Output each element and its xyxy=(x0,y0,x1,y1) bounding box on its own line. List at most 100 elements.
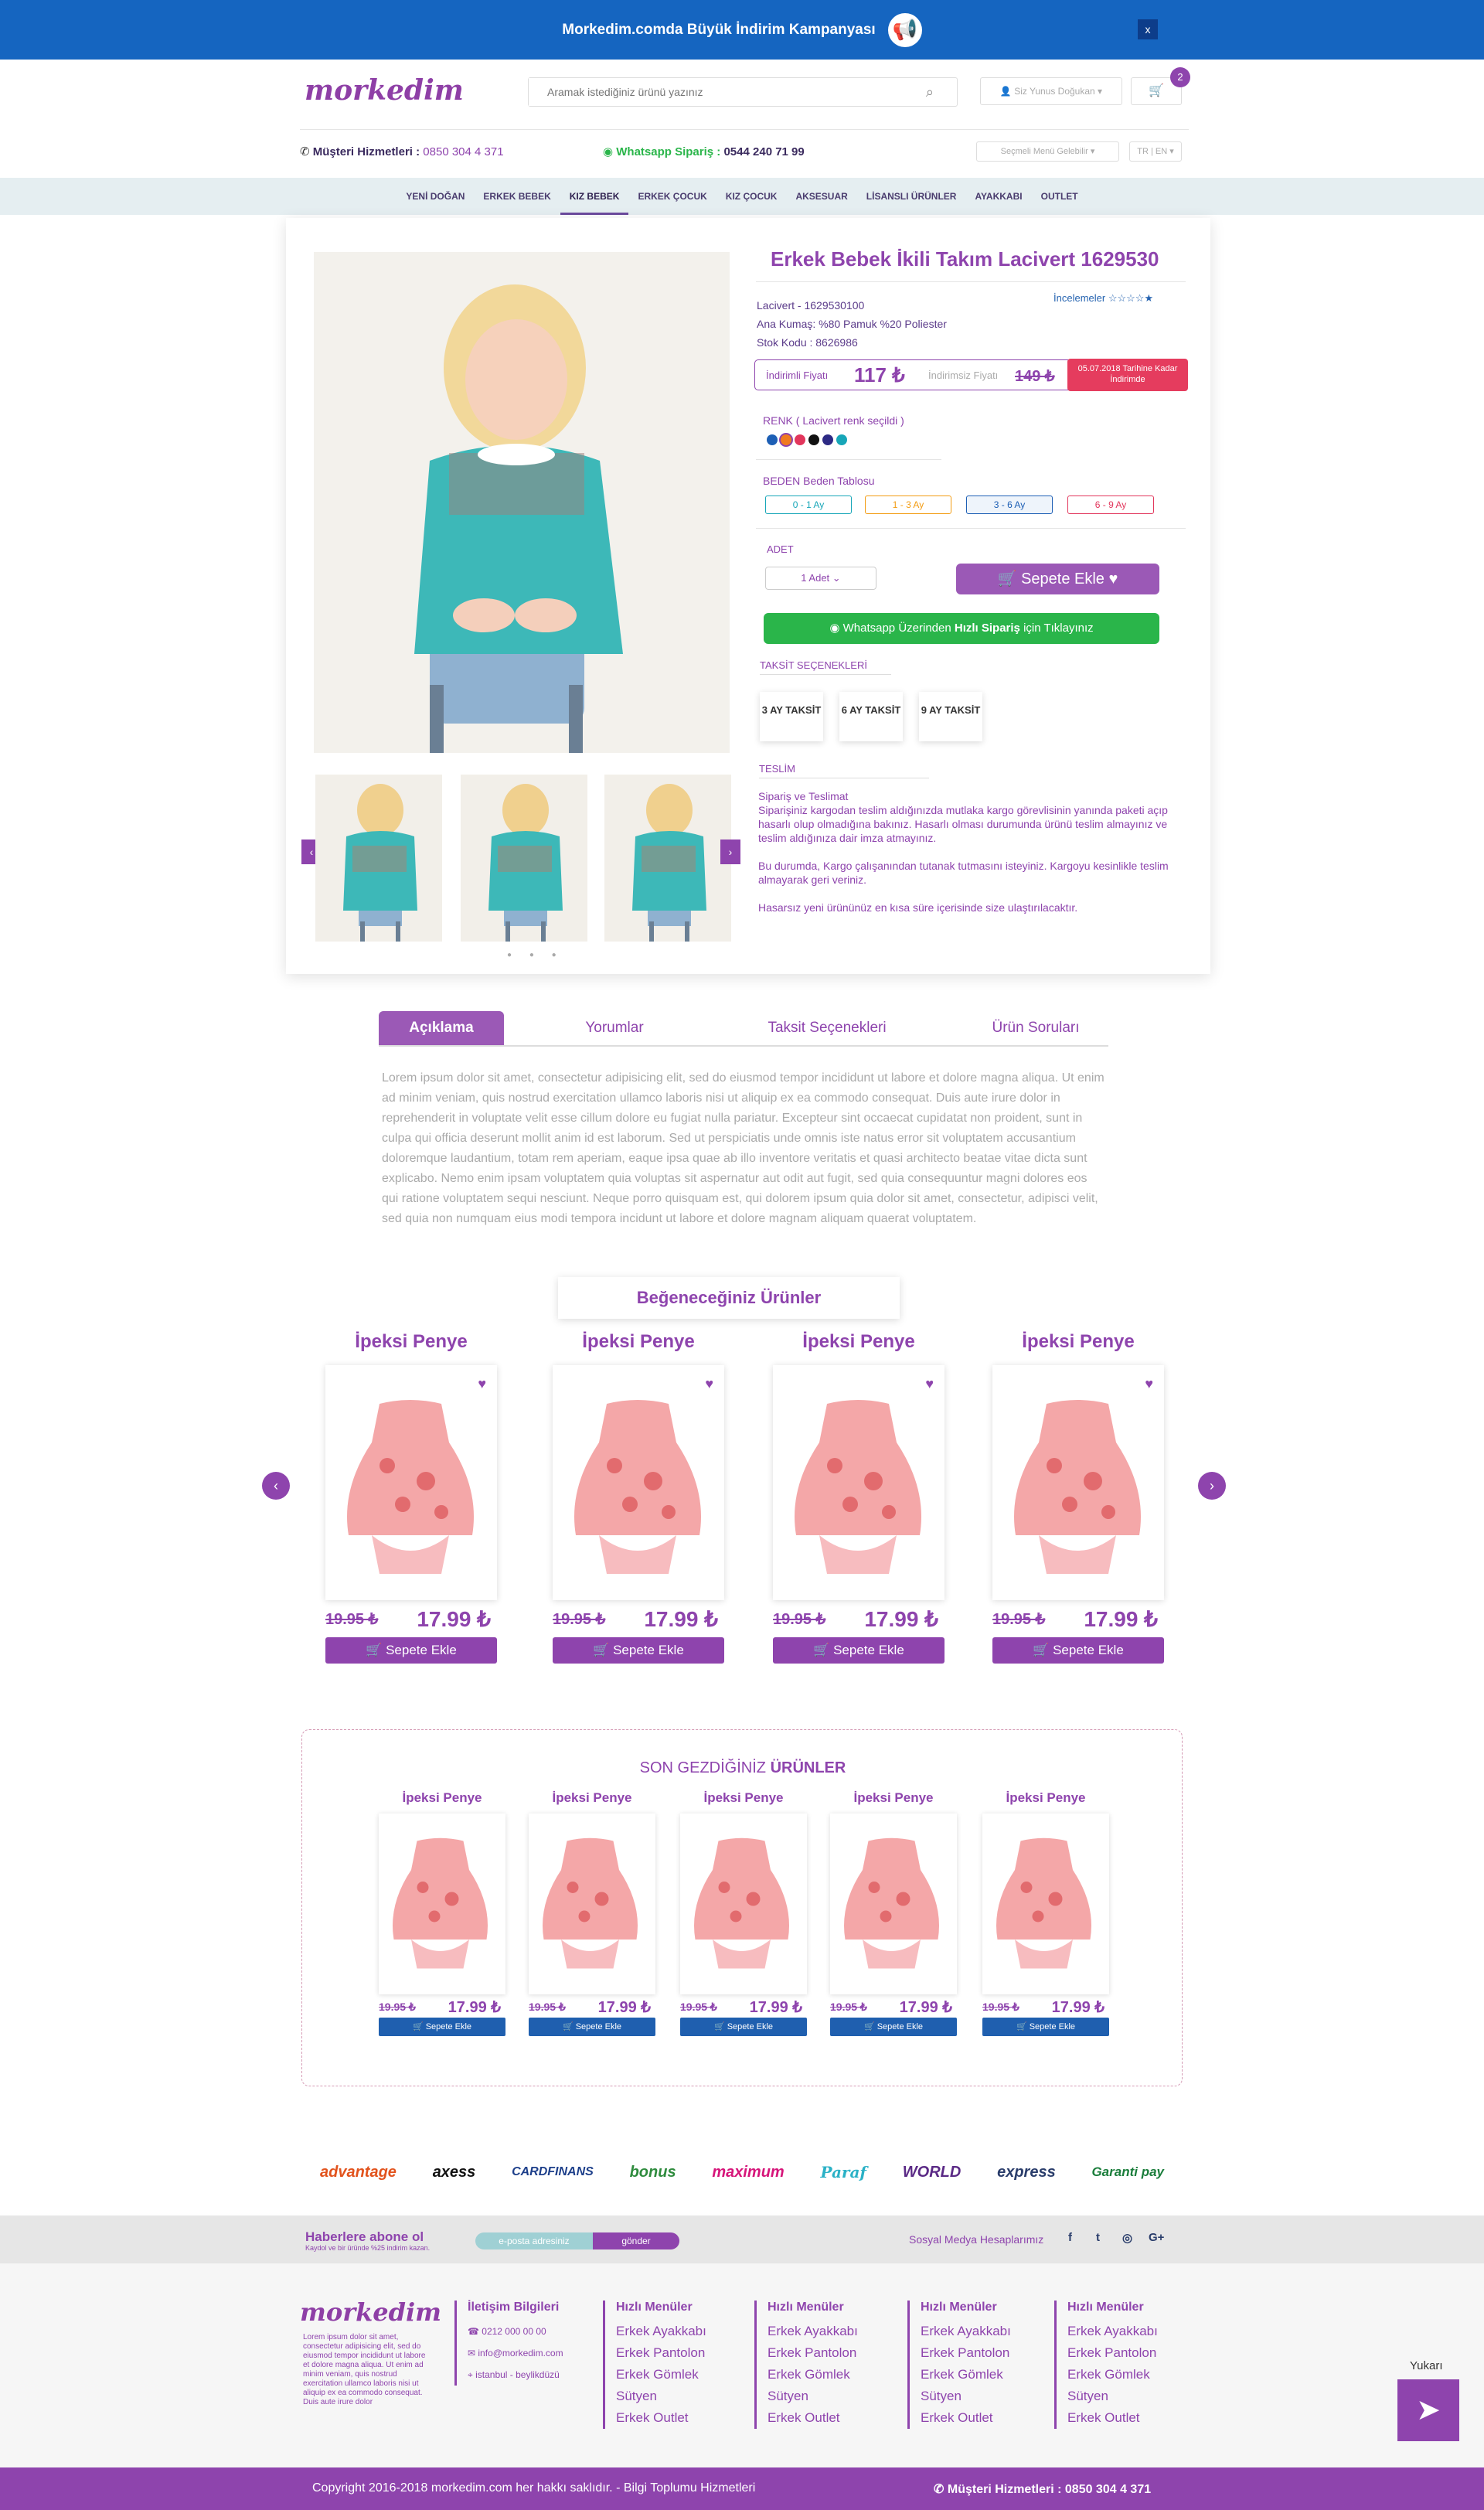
quantity-select[interactable]: 1 Adet ⌄ xyxy=(765,567,876,590)
wishlist-heart-icon[interactable]: ♥ xyxy=(478,1376,486,1392)
cs-phone[interactable]: 0850 304 4 371 xyxy=(423,145,503,158)
color-swatch-3[interactable] xyxy=(795,434,805,445)
tab-yorumlar[interactable]: Yorumlar xyxy=(556,1011,672,1045)
footer-link[interactable]: Erkek Ayakkabı xyxy=(1067,2321,1158,2342)
color-swatch-4[interactable] xyxy=(808,434,819,445)
recent-card-3[interactable]: İpeksi Penye 19.95 ₺ 17.99 ₺ 🛒 Sepete Ek… xyxy=(680,1790,807,2036)
add-to-cart-button[interactable]: 🛒 Sepete Ekle xyxy=(982,2018,1109,2036)
footer-link[interactable]: Erkek Gömlek xyxy=(1067,2364,1158,2386)
add-to-cart-button[interactable]: 🛒 Sepete Ekle ♥ xyxy=(956,564,1159,594)
nav-item-yeni-dogan[interactable]: YENİ DOĞAN xyxy=(397,178,474,215)
size-6-9[interactable]: 6 - 9 Ay xyxy=(1067,496,1154,514)
close-campaign-button[interactable]: x xyxy=(1138,19,1158,39)
add-to-cart-button[interactable]: 🛒 Sepete Ekle xyxy=(680,2018,807,2036)
nav-item-erkek-cocuk[interactable]: ERKEK ÇOCUK xyxy=(628,178,716,215)
footer-link[interactable]: Sütyen xyxy=(921,2386,1011,2407)
footer-link[interactable]: Erkek Outlet xyxy=(1067,2407,1158,2429)
search-icon[interactable]: ⌕ xyxy=(926,84,934,100)
product-image[interactable] xyxy=(773,1365,945,1600)
product-name[interactable]: İpeksi Penye xyxy=(830,1790,957,1806)
add-to-cart-button[interactable]: 🛒 Sepete Ekle xyxy=(830,2018,957,2036)
nav-item-kiz-bebek[interactable]: KIZ BEBEK xyxy=(560,178,629,215)
color-swatch-6[interactable] xyxy=(836,434,847,445)
footer-link[interactable]: Erkek Pantolon xyxy=(921,2342,1011,2364)
product-image[interactable] xyxy=(992,1365,1164,1600)
footer-link[interactable]: Erkek Outlet xyxy=(768,2407,858,2429)
product-thumbnail-2[interactable] xyxy=(461,775,587,942)
add-to-cart-button[interactable]: 🛒 Sepete Ekle xyxy=(992,1637,1164,1664)
footer-link[interactable]: Erkek Gömlek xyxy=(921,2364,1011,2386)
product-name[interactable]: İpeksi Penye xyxy=(992,1331,1164,1353)
recent-card-5[interactable]: İpeksi Penye 19.95 ₺ 17.99 ₺ 🛒 Sepete Ek… xyxy=(982,1790,1109,2036)
tab-urun-sorulari[interactable]: Ürün Soruları xyxy=(966,1011,1105,1045)
product-name[interactable]: İpeksi Penye xyxy=(982,1790,1109,1806)
twitter-icon[interactable]: t xyxy=(1096,2231,1100,2244)
nav-item-kiz-cocuk[interactable]: KIZ ÇOCUK xyxy=(716,178,787,215)
product-thumbnail-3[interactable] xyxy=(604,775,731,942)
footer-link[interactable]: Erkek Gömlek xyxy=(768,2364,858,2386)
product-card-3[interactable]: İpeksi Penye ♥ 19.95 ₺ 17.99 ₺ 🛒 Sepete … xyxy=(773,1331,945,1664)
footer-link[interactable]: Erkek Ayakkabı xyxy=(616,2321,706,2342)
footer-link[interactable]: Erkek Ayakkabı xyxy=(921,2321,1011,2342)
nav-item-aksesuar[interactable]: AKSESUAR xyxy=(786,178,856,215)
product-image[interactable] xyxy=(982,1814,1109,1994)
recent-card-2[interactable]: İpeksi Penye 19.95 ₺ 17.99 ₺ 🛒 Sepete Ek… xyxy=(529,1790,655,2036)
footer-link[interactable]: Sütyen xyxy=(616,2386,706,2407)
product-thumbnail-1[interactable] xyxy=(315,775,442,942)
add-to-cart-button[interactable]: 🛒 Sepete Ekle xyxy=(325,1637,497,1664)
installment-3[interactable]: 3 AY TAKSİT xyxy=(760,692,823,741)
cart-button[interactable]: 🛒 2 xyxy=(1131,67,1190,105)
nav-item-ayakkabi[interactable]: AYAKKABI xyxy=(965,178,1031,215)
add-to-cart-button[interactable]: 🛒 Sepete Ekle xyxy=(529,2018,655,2036)
footer-link[interactable]: Erkek Outlet xyxy=(921,2407,1011,2429)
add-to-cart-button[interactable]: 🛒 Sepete Ekle xyxy=(379,2018,505,2036)
product-card-2[interactable]: İpeksi Penye ♥ 19.95 ₺ 17.99 ₺ 🛒 Sepete … xyxy=(553,1331,724,1664)
footer-link[interactable]: Erkek Outlet xyxy=(616,2407,706,2429)
product-image[interactable] xyxy=(830,1814,957,1994)
newsletter-email-input[interactable]: e-posta adresiniz xyxy=(475,2232,593,2249)
product-name[interactable]: İpeksi Penye xyxy=(379,1790,505,1806)
add-to-cart-button[interactable]: 🛒 Sepete Ekle xyxy=(773,1637,945,1664)
scroll-top-button[interactable]: ➤ xyxy=(1397,2379,1459,2441)
size-1-3[interactable]: 1 - 3 Ay xyxy=(865,496,951,514)
footer-link[interactable]: Erkek Gömlek xyxy=(616,2364,706,2386)
product-card-1[interactable]: İpeksi Penye ♥ 19.95 ₺ 17.99 ₺ 🛒 Sepete … xyxy=(325,1331,497,1664)
wa-phone[interactable]: 0544 240 71 99 xyxy=(723,145,804,158)
add-to-cart-button[interactable]: 🛒 Sepete Ekle xyxy=(553,1637,724,1664)
product-image[interactable] xyxy=(379,1814,505,1994)
wishlist-heart-icon[interactable]: ♥ xyxy=(1145,1376,1153,1392)
footer-link[interactable]: Erkek Pantolon xyxy=(768,2342,858,2364)
product-name[interactable]: İpeksi Penye xyxy=(680,1790,807,1806)
tab-taksit[interactable]: Taksit Seçenekleri xyxy=(734,1011,920,1045)
carousel-dots[interactable]: ● ● ● xyxy=(507,951,564,959)
footer-email[interactable]: ✉ info@morkedim.com xyxy=(468,2342,563,2364)
product-card-4[interactable]: İpeksi Penye ♥ 19.95 ₺ 17.99 ₺ 🛒 Sepete … xyxy=(992,1331,1164,1664)
color-swatch-2[interactable] xyxy=(781,434,791,445)
nav-item-erkek-bebek[interactable]: ERKEK BEBEK xyxy=(474,178,560,215)
footer-link[interactable]: Sütyen xyxy=(1067,2386,1158,2407)
product-image[interactable] xyxy=(553,1365,724,1600)
whatsapp-order-button[interactable]: ◉ Whatsapp Üzerinden Hızlı Sipariş için … xyxy=(764,613,1159,644)
newsletter-submit-button[interactable]: gönder xyxy=(593,2232,679,2249)
nav-item-lisansli[interactable]: LİSANSLI ÜRÜNLER xyxy=(857,178,966,215)
reviews-rating[interactable]: İncelemeler ☆☆☆☆★ xyxy=(1053,292,1153,305)
installment-9[interactable]: 9 AY TAKSİT xyxy=(919,692,982,741)
product-name[interactable]: İpeksi Penye xyxy=(325,1331,497,1353)
tab-aciklama[interactable]: Açıklama xyxy=(379,1011,504,1045)
color-swatch-5[interactable] xyxy=(822,434,833,445)
product-image[interactable] xyxy=(680,1814,807,1994)
color-swatch-1[interactable] xyxy=(767,434,778,445)
product-name[interactable]: İpeksi Penye xyxy=(529,1790,655,1806)
wishlist-heart-icon[interactable]: ♥ xyxy=(705,1376,713,1392)
installment-6[interactable]: 6 AY TAKSİT xyxy=(839,692,903,741)
thumb-next-button[interactable]: › xyxy=(720,840,740,864)
search-input[interactable] xyxy=(529,78,900,106)
likes-next-button[interactable]: › xyxy=(1198,1472,1226,1500)
size-0-1[interactable]: 0 - 1 Ay xyxy=(765,496,852,514)
size-3-6[interactable]: 3 - 6 Ay xyxy=(966,496,1053,514)
recent-card-1[interactable]: İpeksi Penye 19.95 ₺ 17.99 ₺ 🛒 Sepete Ek… xyxy=(379,1790,505,2036)
footer-link[interactable]: Erkek Pantolon xyxy=(1067,2342,1158,2364)
footer-phone[interactable]: ☎ 0212 000 00 00 xyxy=(468,2321,563,2342)
menu-select[interactable]: Seçmeli Menü Gelebilir ▾ xyxy=(976,141,1119,162)
product-main-image[interactable] xyxy=(314,252,730,753)
